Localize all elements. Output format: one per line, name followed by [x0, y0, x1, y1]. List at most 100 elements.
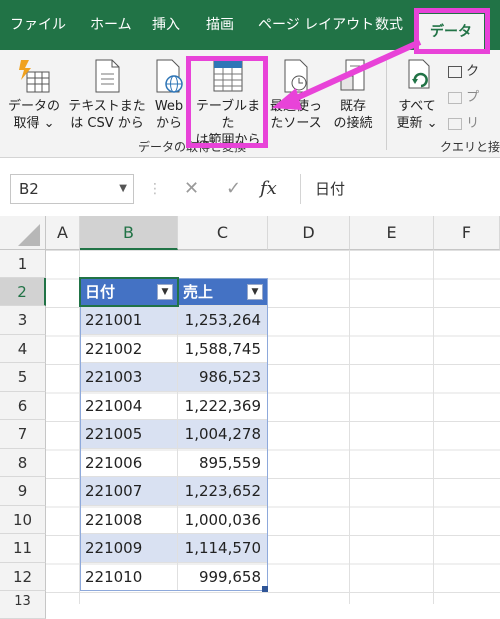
table-resize-handle[interactable] [262, 586, 268, 592]
ribbon: データの 取得 ⌄ テキストまた は CSV から Web から テーブルまた [0, 50, 500, 158]
ribbon-tab-bar: ファイル ホーム 挿入 描画 ページ レイアウト 数式 データ [0, 0, 500, 50]
ribbon-group-separator [386, 58, 387, 150]
name-box[interactable]: B2 ▼ [10, 174, 134, 204]
row-header[interactable]: 5 [0, 363, 46, 392]
refresh-icon [408, 59, 430, 89]
tab-home[interactable]: ホーム [90, 0, 132, 50]
table-cell-date[interactable]: 221007 [80, 477, 178, 506]
more-options-icon: ⋮ [148, 181, 162, 197]
from-text-csv-button[interactable]: テキストまた は CSV から [68, 58, 146, 132]
table-cell-sales[interactable]: 999,658 [178, 563, 268, 591]
edit-links-button[interactable]: リ [448, 112, 479, 131]
formula-input[interactable]: 日付 [300, 174, 496, 204]
table-cell-sales[interactable]: 1,114,570 [178, 534, 268, 563]
table-cell-date[interactable]: 221005 [80, 420, 178, 449]
table-cell-date[interactable]: 221006 [80, 449, 178, 477]
text-file-icon [95, 59, 120, 93]
column-header-a[interactable]: A [46, 216, 80, 250]
table-cell-sales[interactable]: 1,222,369 [178, 392, 268, 420]
properties-button[interactable]: プ [448, 86, 479, 105]
grid-line [349, 250, 350, 604]
table-cell-date[interactable]: 221002 [80, 335, 178, 363]
column-header-b[interactable]: B [80, 216, 178, 250]
row-header[interactable]: 1 [0, 250, 46, 278]
properties-icon [448, 91, 462, 104]
table-cell-sales[interactable]: 1,253,264 [178, 306, 268, 335]
tab-page-layout[interactable]: ページ レイアウト [258, 0, 374, 50]
table-header-date[interactable]: 日付 ▼ [80, 278, 178, 306]
edit-links-label: リ [466, 116, 480, 131]
table-cell-sales[interactable]: 986,523 [178, 363, 268, 392]
tab-data[interactable]: データ [418, 14, 484, 50]
table-cell-date[interactable]: 221009 [80, 534, 178, 563]
row-header[interactable]: 13 [0, 591, 46, 619]
refresh-all-label-1: すべて [398, 99, 436, 114]
table-cell-date[interactable]: 221008 [80, 506, 178, 534]
refresh-all-button[interactable]: すべて 更新 ⌄ [392, 58, 442, 132]
formula-bar: B2 ▼ ⋮ ✕ ✓ fx 日付 [0, 168, 500, 208]
column-header-e[interactable]: E [350, 216, 434, 250]
table-cell-sales[interactable]: 1,000,036 [178, 506, 268, 534]
tab-file[interactable]: ファイル [10, 0, 66, 50]
from-text-csv-label-1: テキストまた [68, 99, 146, 114]
select-all-triangle-icon [18, 224, 40, 246]
column-header-d[interactable]: D [268, 216, 350, 250]
recent-sources-button[interactable]: 最近使っ たソース [268, 58, 324, 132]
tab-insert[interactable]: 挿入 [152, 0, 180, 50]
from-table-range-button[interactable]: テーブルまた は範囲から [190, 58, 266, 149]
row-header[interactable]: 9 [0, 477, 46, 506]
filter-dropdown-icon[interactable]: ▼ [247, 284, 263, 300]
from-text-csv-label-2: は CSV から [70, 116, 144, 131]
column-header-f[interactable]: F [434, 216, 500, 250]
table-cell-sales[interactable]: 1,588,745 [178, 335, 268, 363]
existing-connections-label-1: 既存 [339, 99, 366, 114]
from-table-range-label-1: テーブルまた [195, 99, 261, 131]
row-header[interactable]: 3 [0, 306, 46, 335]
get-data-label-1: データの [7, 99, 60, 114]
grid-line [433, 250, 434, 604]
from-web-button[interactable]: Web から [148, 58, 190, 132]
row-header[interactable]: 2 [0, 278, 46, 306]
select-all-corner[interactable] [0, 216, 46, 250]
existing-connections-label-2: の接続 [333, 116, 373, 131]
from-web-label-1: Web [154, 99, 184, 114]
tab-formulas[interactable]: 数式 [375, 0, 403, 50]
existing-connections-icon [340, 59, 365, 91]
queries-connections-button[interactable]: ク [448, 60, 479, 79]
edit-links-icon [448, 117, 462, 130]
chevron-down-icon[interactable]: ▼ [119, 175, 127, 203]
cancel-icon[interactable]: ✕ [184, 174, 199, 204]
get-data-button[interactable]: データの 取得 ⌄ [4, 58, 64, 132]
row-header[interactable]: 6 [0, 392, 46, 420]
web-page-icon [156, 59, 183, 93]
table-cell-date[interactable]: 221003 [80, 363, 178, 392]
row-header[interactable]: 10 [0, 506, 46, 534]
table-cell-sales[interactable]: 1,004,278 [178, 420, 268, 449]
queries-pane-icon [448, 65, 462, 78]
filter-dropdown-icon[interactable]: ▼ [157, 284, 173, 300]
row-header[interactable]: 7 [0, 420, 46, 449]
row-header[interactable]: 12 [0, 563, 46, 591]
table-cell-date[interactable]: 221010 [80, 563, 178, 591]
table-cell-date[interactable]: 221001 [80, 306, 178, 335]
refresh-all-label-2: 更新 ⌄ [396, 116, 438, 131]
table-header-sales-label: 売上 [183, 283, 214, 301]
queries-connections-label: ク [466, 64, 480, 79]
get-data-label-2: 取得 ⌄ [13, 116, 55, 131]
existing-connections-button[interactable]: 既存 の接続 [326, 58, 380, 132]
group-label-queries: クエリと接 [440, 140, 500, 154]
tab-draw[interactable]: 描画 [206, 0, 234, 50]
enter-icon[interactable]: ✓ [226, 174, 241, 204]
column-header-c[interactable]: C [178, 216, 268, 250]
recent-sources-label-2: たソース [270, 116, 322, 131]
table-cell-sales[interactable]: 895,559 [178, 449, 268, 477]
row-header[interactable]: 11 [0, 534, 46, 563]
group-label-get-transform: データの取得と変換 [138, 140, 247, 154]
table-cell-sales[interactable]: 1,223,652 [178, 477, 268, 506]
table-header-sales[interactable]: 売上 ▼ [178, 278, 268, 306]
table-cell-date[interactable]: 221004 [80, 392, 178, 420]
row-header[interactable]: 8 [0, 449, 46, 477]
row-header[interactable]: 4 [0, 335, 46, 363]
insert-function-icon[interactable]: fx [260, 174, 277, 204]
properties-label: プ [466, 90, 480, 105]
